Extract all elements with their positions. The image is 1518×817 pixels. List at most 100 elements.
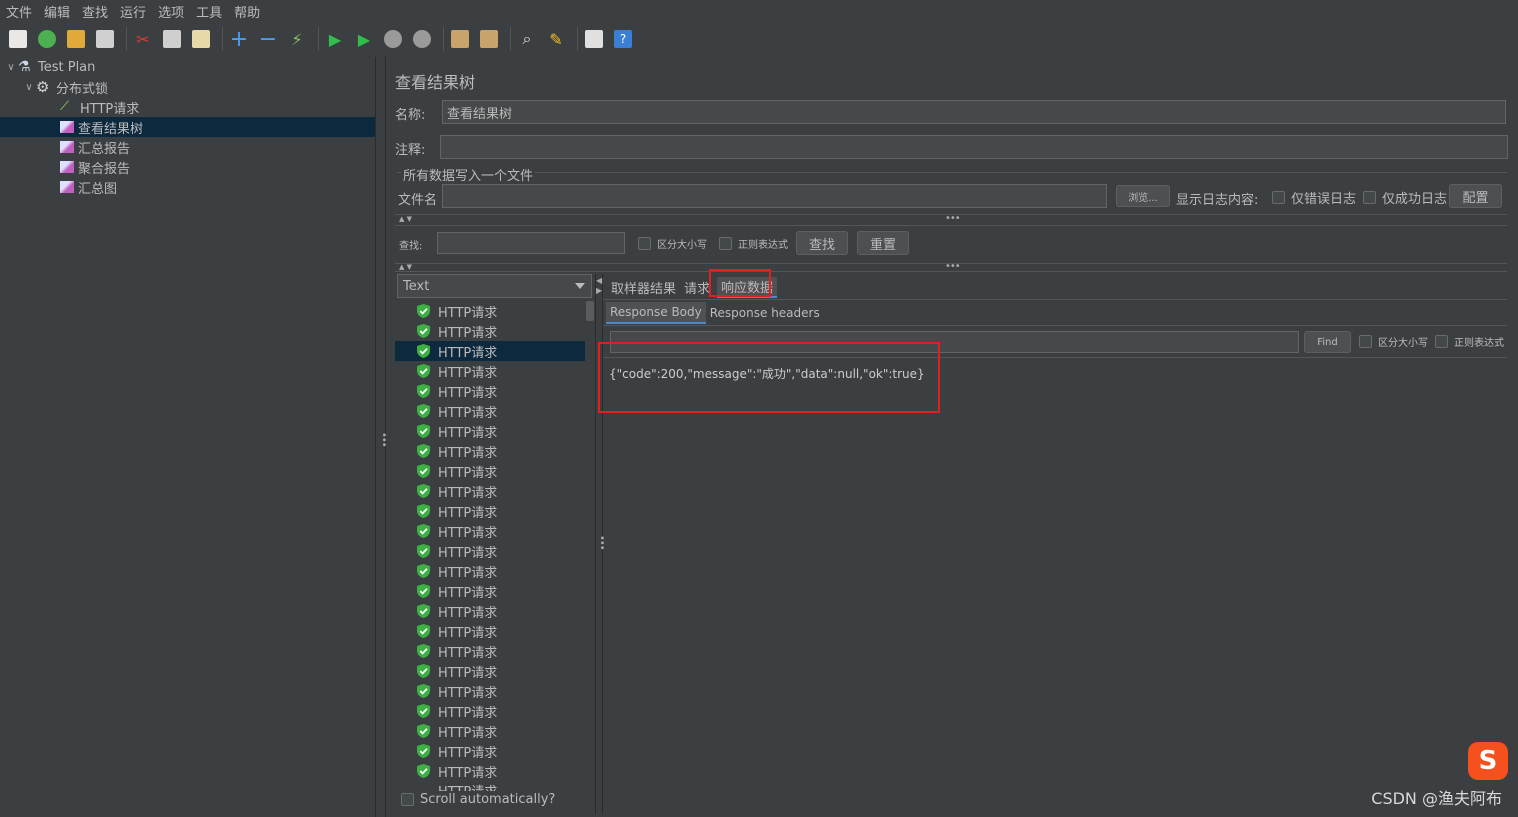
open-icon[interactable]	[64, 27, 88, 51]
errors-only-checkbox[interactable]: 仅错误日志	[1272, 188, 1356, 207]
menu-edit[interactable]: 编辑	[38, 2, 76, 21]
browse-button[interactable]: 浏览...	[1116, 185, 1170, 207]
list-item[interactable]: HTTP请求	[395, 441, 585, 461]
splitter-handle-icon[interactable]: •••	[378, 432, 389, 447]
list-item[interactable]: HTTP请求	[395, 601, 585, 621]
success-shield-icon	[417, 444, 430, 458]
list-item[interactable]: HTTP请求	[395, 301, 585, 321]
menu-tools[interactable]: 工具	[190, 2, 228, 21]
scroll-automatically-checkbox[interactable]: Scroll automatically?	[401, 792, 555, 807]
menu-file[interactable]: 文件	[0, 2, 38, 21]
success-only-checkbox[interactable]: 仅成功日志	[1363, 188, 1447, 207]
paste-icon[interactable]	[189, 27, 213, 51]
menu-search[interactable]: 查找	[76, 2, 114, 21]
list-item[interactable]: HTTP请求	[395, 321, 585, 341]
list-item[interactable]: HTTP请求	[395, 681, 585, 701]
cut-icon[interactable]: ✂	[131, 27, 155, 51]
tree-node-thread-group[interactable]: ∨ ⚙ 分布式锁	[22, 77, 108, 97]
list-item[interactable]: HTTP请求	[395, 661, 585, 681]
list-item[interactable]: HTTP请求	[395, 401, 585, 421]
list-item[interactable]: HTTP请求	[395, 781, 497, 791]
list-item-label: HTTP请求	[438, 505, 498, 521]
search-label: 查找:	[399, 241, 423, 252]
chart-icon	[60, 141, 74, 153]
tab-response-body[interactable]: Response Body	[606, 302, 706, 324]
templates-icon[interactable]	[35, 27, 59, 51]
list-item[interactable]: HTTP请求	[395, 421, 585, 441]
name-input[interactable]	[442, 100, 1506, 124]
tab-sampler-result[interactable]: 取样器结果	[607, 278, 680, 297]
list-item[interactable]: HTTP请求	[395, 461, 585, 481]
stop-icon[interactable]	[381, 27, 405, 51]
tree-node-aggregate-report[interactable]: 聚合报告	[60, 157, 130, 177]
copy-icon[interactable]	[160, 27, 184, 51]
renderer-select[interactable]: Text	[397, 274, 592, 298]
search-input[interactable]	[437, 232, 625, 254]
menu-options[interactable]: 选项	[152, 2, 190, 21]
file-section-title: 所有数据写入一个文件	[401, 165, 536, 184]
tree-node-test-plan[interactable]: ∨ ⚗ Test Plan	[4, 57, 95, 77]
response-find-button[interactable]: Find	[1304, 331, 1351, 353]
list-item[interactable]: HTTP请求	[395, 341, 585, 361]
case-sensitive-checkbox[interactable]: 区分大小写	[638, 236, 707, 251]
list-item[interactable]: HTTP请求	[395, 741, 585, 761]
splitter-handle-icon[interactable]: •••	[945, 213, 961, 224]
list-item[interactable]: HTTP请求	[395, 381, 585, 401]
splitter-handle-icon[interactable]: •••	[596, 535, 607, 550]
collapse-icon[interactable]: −	[256, 27, 280, 52]
reset-search-icon[interactable]: ✎	[544, 27, 568, 51]
tree-node-summary-graph[interactable]: 汇总图	[60, 177, 117, 197]
list-item[interactable]: HTTP请求	[395, 361, 585, 381]
sogou-ime-icon[interactable]: S	[1468, 742, 1508, 780]
regex-label: 正则表达式	[738, 240, 788, 251]
filename-input[interactable]	[442, 184, 1107, 208]
collapse-arrows-icon[interactable]: ◀ ▶	[596, 276, 602, 296]
comment-input[interactable]	[440, 135, 1508, 159]
splitter-arrows-icon[interactable]: ▲ ▼	[399, 263, 412, 271]
reset-button[interactable]: 重置	[857, 231, 909, 255]
new-icon[interactable]	[6, 27, 30, 51]
flask-icon: ⚗	[18, 59, 31, 75]
list-item-label: HTTP请求	[438, 545, 498, 561]
list-item[interactable]: HTTP请求	[395, 561, 585, 581]
tree-node-http-request[interactable]: ⟋ HTTP请求	[60, 97, 139, 117]
regex-checkbox[interactable]: 正则表达式	[719, 236, 788, 251]
success-shield-icon	[417, 304, 430, 318]
list-item[interactable]: HTTP请求	[395, 621, 585, 641]
list-item-label: HTTP请求	[438, 605, 498, 621]
response-case-sensitive-checkbox[interactable]: 区分大小写	[1359, 334, 1428, 349]
chevron-down-icon[interactable]: ∨	[22, 82, 36, 93]
tab-response-headers[interactable]: Response headers	[706, 303, 824, 323]
list-item[interactable]: HTTP请求	[395, 481, 585, 501]
list-item[interactable]: HTTP请求	[395, 581, 585, 601]
shutdown-icon[interactable]	[410, 27, 434, 51]
menu-run[interactable]: 运行	[114, 2, 152, 21]
list-item[interactable]: HTTP请求	[395, 541, 585, 561]
scrollbar-thumb[interactable]	[586, 301, 594, 321]
splitter-arrows-icon[interactable]: ▲ ▼	[399, 215, 412, 223]
tree-node-view-results-tree[interactable]: 查看结果树	[0, 117, 375, 137]
response-regex-checkbox[interactable]: 正则表达式	[1435, 334, 1504, 349]
list-item[interactable]: HTTP请求	[395, 521, 585, 541]
list-item[interactable]: HTTP请求	[395, 721, 585, 741]
toggle-icon[interactable]: ⚡	[285, 27, 309, 51]
tree-node-summary-report[interactable]: 汇总报告	[60, 137, 130, 157]
list-item[interactable]: HTTP请求	[395, 701, 585, 721]
list-item[interactable]: HTTP请求	[395, 641, 585, 661]
start-no-pause-icon[interactable]: ▶	[352, 27, 376, 51]
list-item[interactable]: HTTP请求	[395, 501, 585, 521]
expand-icon[interactable]: +	[227, 27, 251, 52]
save-icon[interactable]	[93, 27, 117, 51]
clear-all-icon[interactable]	[477, 27, 501, 51]
sample-result-list[interactable]: HTTP请求 HTTP请求 HTTP请求 HTTP请求 HTTP请求 HTTP请求 HTTP…	[395, 301, 585, 787]
function-helper-icon[interactable]	[582, 27, 606, 51]
list-item[interactable]: HTTP请求	[395, 761, 585, 781]
menu-help[interactable]: 帮助	[228, 2, 266, 21]
search-icon[interactable]: ⌕	[515, 27, 539, 51]
start-icon[interactable]: ▶	[323, 27, 347, 51]
configure-button[interactable]: 配置	[1449, 184, 1502, 208]
clear-icon[interactable]	[448, 27, 472, 51]
find-button[interactable]: 查找	[796, 231, 848, 255]
help-icon[interactable]: ?	[611, 27, 635, 51]
chevron-down-icon[interactable]: ∨	[4, 62, 18, 73]
